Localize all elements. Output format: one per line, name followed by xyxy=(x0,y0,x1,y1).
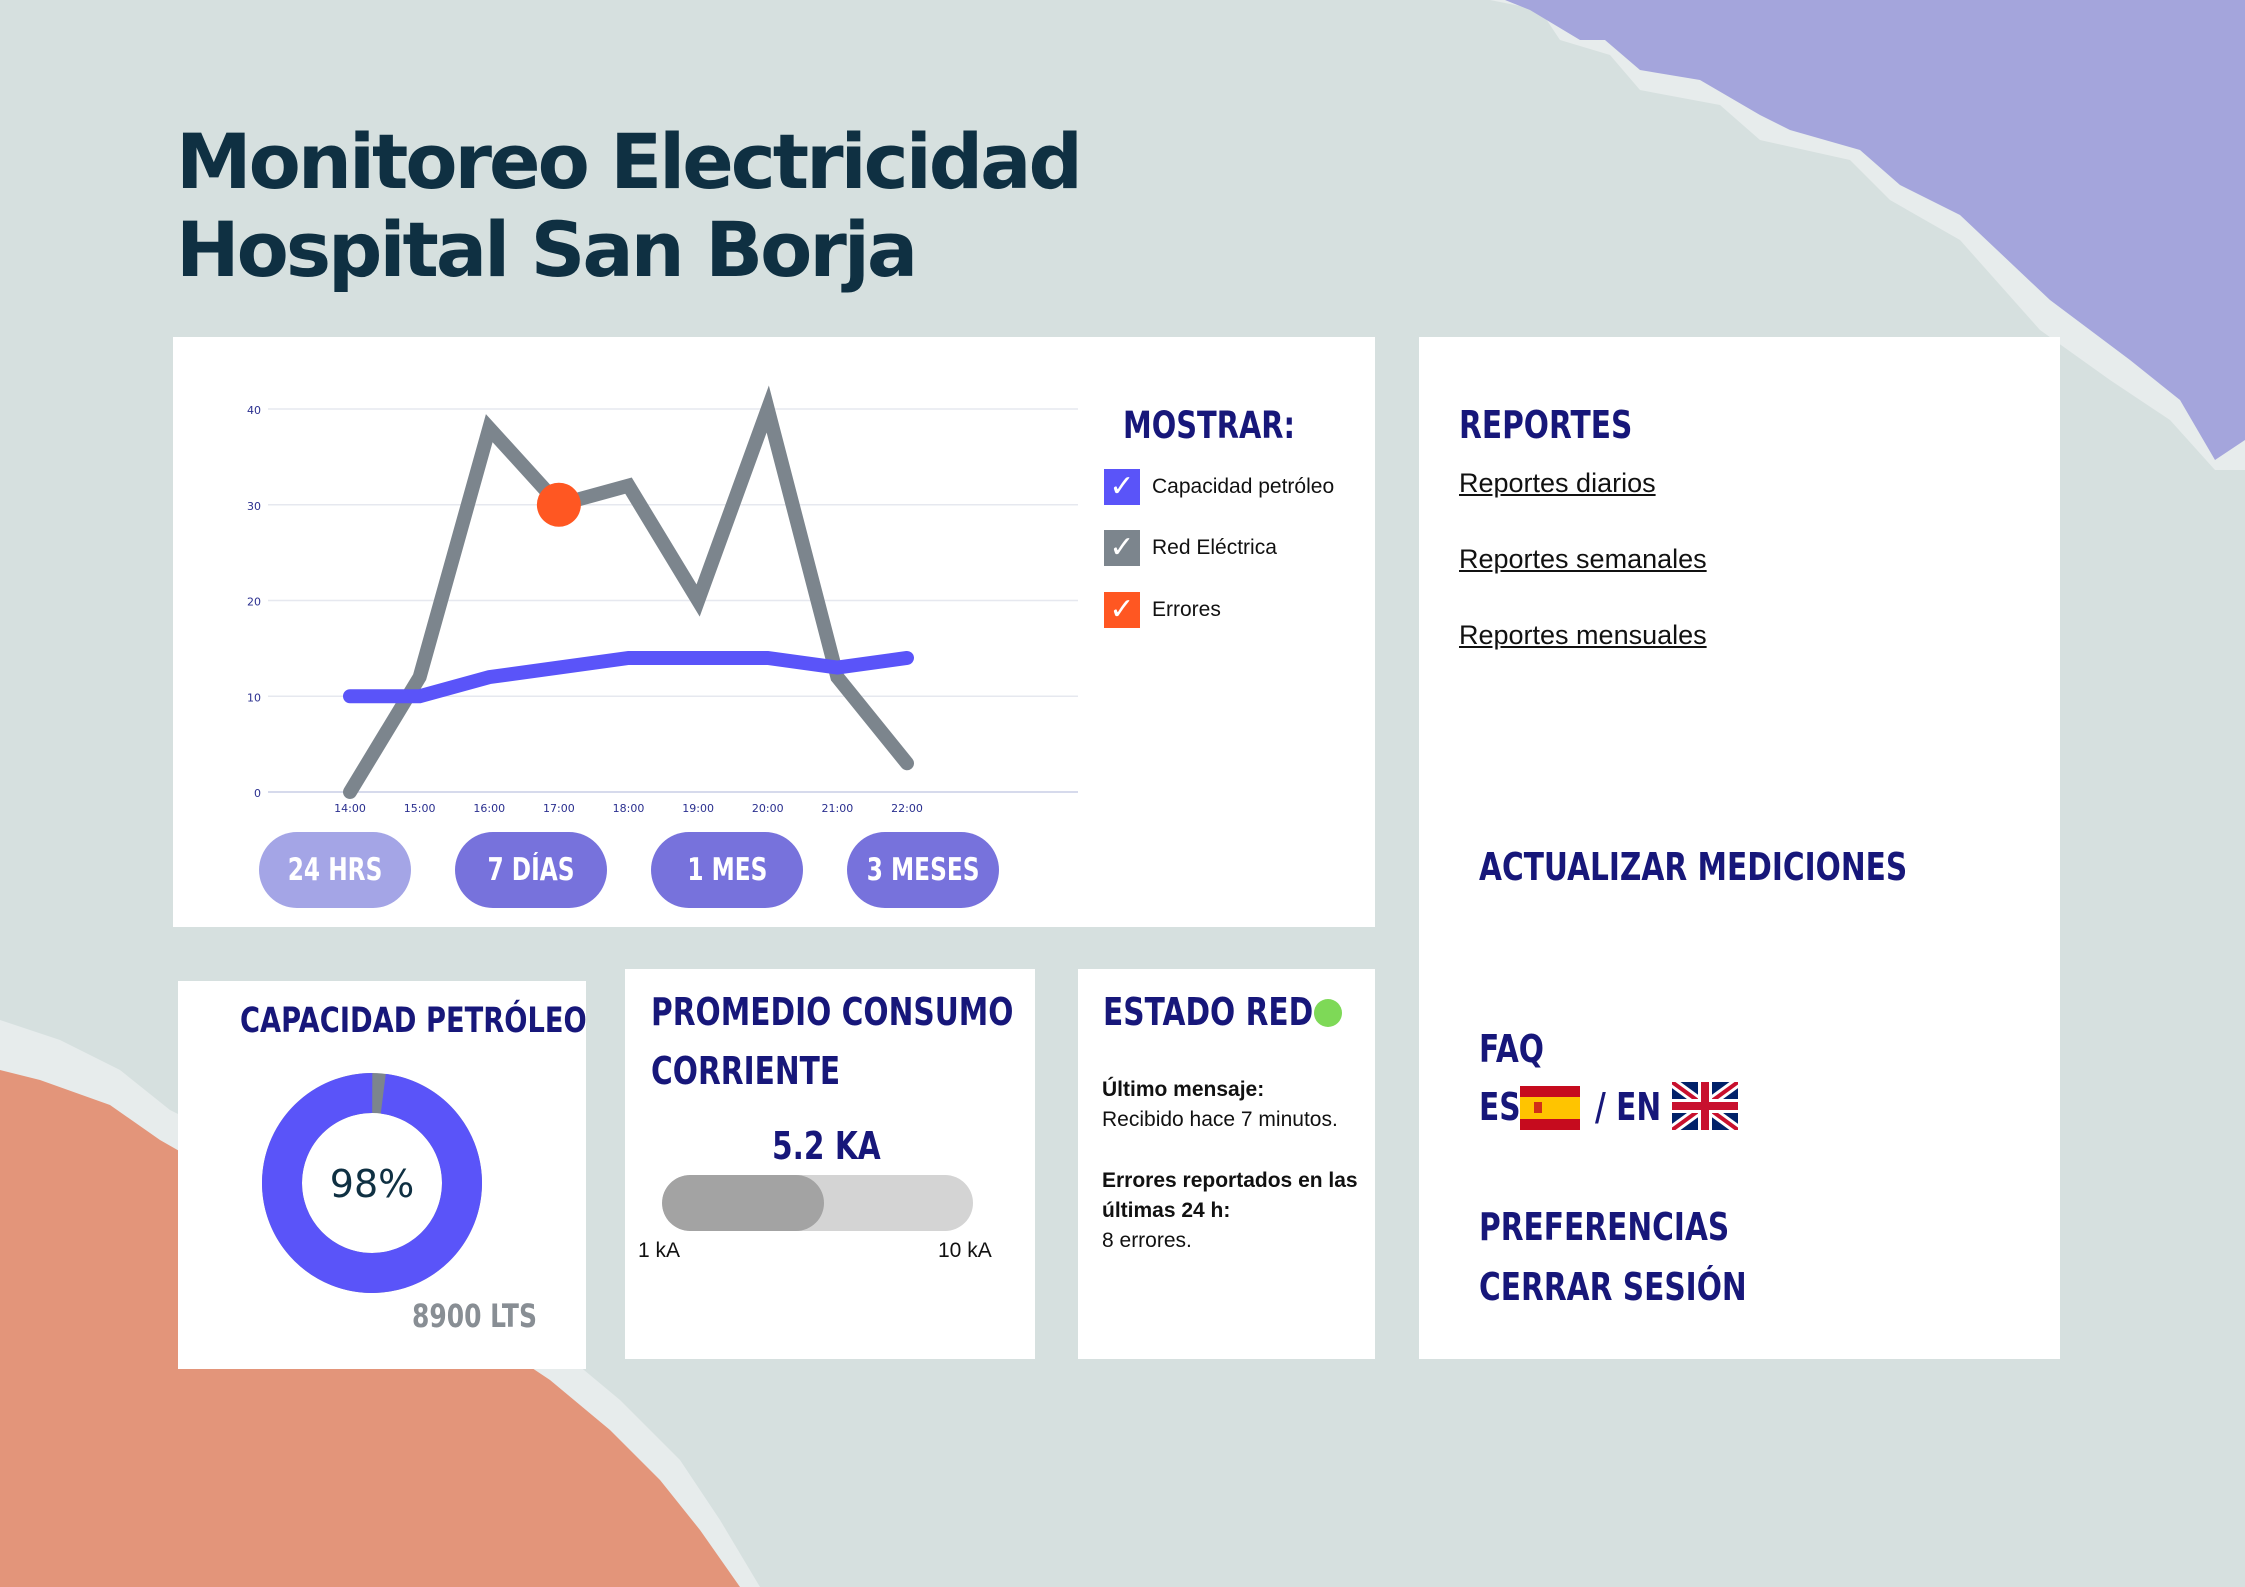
errors-report: Errores reportados en las últimas 24 h: … xyxy=(1102,1166,1362,1256)
range-button-3-meses[interactable]: 3 MESES xyxy=(847,832,999,908)
reports-title: REPORTES xyxy=(1459,403,1633,447)
network-card-title: ESTADO RED xyxy=(1103,990,1314,1034)
current-value: 5.2 KA xyxy=(772,1124,881,1168)
fuel-percent: 98% xyxy=(330,1162,414,1206)
x-tick-label: 22:00 xyxy=(891,802,923,815)
range-button-label: 1 MES xyxy=(686,852,768,888)
legend-label: Capacidad petróleo xyxy=(1152,475,1335,498)
legend-item-red-electrica[interactable]: ✓ Red Eléctrica xyxy=(1104,529,1277,567)
current-progress-fill xyxy=(662,1175,824,1231)
link-reportes-semanales[interactable]: Reportes semanales xyxy=(1459,544,1707,575)
current-consumption-card: PROMEDIO CONSUMO CORRIENTE 5.2 KA 1 kA 1… xyxy=(625,969,1035,1359)
y-tick-label: 40 xyxy=(247,404,261,417)
errors-text: 8 errores. xyxy=(1102,1229,1192,1252)
fuel-card-title: CAPACIDAD PETRÓLEO xyxy=(240,1001,587,1041)
reports-panel: REPORTES Reportes diarios Reportes seman… xyxy=(1419,337,2060,1359)
y-tick-label: 30 xyxy=(247,500,261,513)
preferences-link[interactable]: PREFERENCIAS xyxy=(1479,1205,1729,1249)
refresh-measurements-button[interactable]: ACTUALIZAR MEDICIONES xyxy=(1479,845,1907,889)
x-tick-label: 21:00 xyxy=(822,802,854,815)
current-card-title-line-2: CORRIENTE xyxy=(651,1049,841,1093)
x-tick-label: 18:00 xyxy=(613,802,645,815)
x-tick-label: 19:00 xyxy=(682,802,714,815)
series-line-capacidad-petroleo xyxy=(343,650,914,704)
link-reportes-mensuales[interactable]: Reportes mensuales xyxy=(1459,620,1707,651)
current-progress-bar xyxy=(662,1175,973,1231)
current-card-title-line-1: PROMEDIO CONSUMO xyxy=(651,990,1014,1034)
x-tick-label: 16:00 xyxy=(473,802,505,815)
x-tick-label: 17:00 xyxy=(543,802,575,815)
page-title-line-2: Hospital San Borja xyxy=(176,205,918,294)
spain-flag-icon[interactable] xyxy=(1520,1086,1580,1130)
fuel-donut-chart: 98% xyxy=(262,1073,482,1293)
logout-link[interactable]: CERRAR SESIÓN xyxy=(1479,1265,1747,1309)
range-button-label: 3 MESES xyxy=(866,852,980,888)
y-tick-label: 20 xyxy=(247,596,261,609)
last-message-label: Último mensaje: xyxy=(1102,1078,1265,1101)
page-title-line-1: Monitoreo Electricidad xyxy=(176,117,1083,206)
status-indicator-icon xyxy=(1314,999,1342,1027)
range-button-label: 24 HRS xyxy=(287,852,383,888)
last-message: Último mensaje: Recibido hace 7 minutos. xyxy=(1102,1075,1362,1135)
range-button-1-mes[interactable]: 1 MES xyxy=(651,832,803,908)
faq-link[interactable]: FAQ xyxy=(1479,1027,1544,1071)
range-button-7-dias[interactable]: 7 DÍAS xyxy=(455,832,607,908)
fuel-capacity-card: CAPACIDAD PETRÓLEO 98% 8900 LTS xyxy=(178,981,587,1369)
x-tick-label: 15:00 xyxy=(404,802,436,815)
uk-flag-icon[interactable] xyxy=(1672,1082,1738,1130)
network-status-card: ESTADO RED Último mensaje: Recibido hace… xyxy=(1078,969,1375,1359)
language-es-button[interactable]: ES xyxy=(1479,1085,1521,1129)
language-en-button[interactable]: / EN xyxy=(1595,1085,1661,1129)
range-button-24-hrs[interactable]: 24 HRS xyxy=(259,832,411,908)
y-tick-label: 10 xyxy=(247,691,261,704)
legend-label: Errores xyxy=(1152,598,1221,621)
y-tick-label: 0 xyxy=(254,787,261,800)
legend-item-errores[interactable]: ✓ Errores xyxy=(1104,591,1221,629)
legend-label: Red Eléctrica xyxy=(1152,536,1277,559)
current-min-label: 1 kA xyxy=(638,1239,681,1262)
current-max-label: 10 kA xyxy=(938,1239,992,1262)
range-button-label: 7 DÍAS xyxy=(487,852,575,888)
link-reportes-diarios[interactable]: Reportes diarios xyxy=(1459,468,1656,499)
fuel-volume: 8900 LTS xyxy=(412,1297,537,1335)
legend-title: MOSTRAR: xyxy=(1123,404,1296,447)
chart-panel: 0 10 20 30 40 14:00 15:00 16:00 17:00 18:00 19:00 2… xyxy=(173,337,1375,927)
error-marker[interactable] xyxy=(536,482,581,527)
x-tick-label: 20:00 xyxy=(752,802,784,815)
legend-item-capacidad-petroleo[interactable]: ✓ Capacidad petróleo xyxy=(1104,468,1334,506)
last-message-text: Recibido hace 7 minutos. xyxy=(1102,1108,1338,1131)
check-icon[interactable]: ✓ xyxy=(1104,469,1140,505)
errors-label: Errores reportados en las últimas 24 h: xyxy=(1102,1169,1358,1222)
check-icon[interactable]: ✓ xyxy=(1104,592,1140,628)
check-icon[interactable]: ✓ xyxy=(1104,530,1140,566)
x-tick-label: 14:00 xyxy=(334,802,366,815)
page-title: Monitoreo Electricidad Hospital San Borj… xyxy=(176,117,1083,294)
